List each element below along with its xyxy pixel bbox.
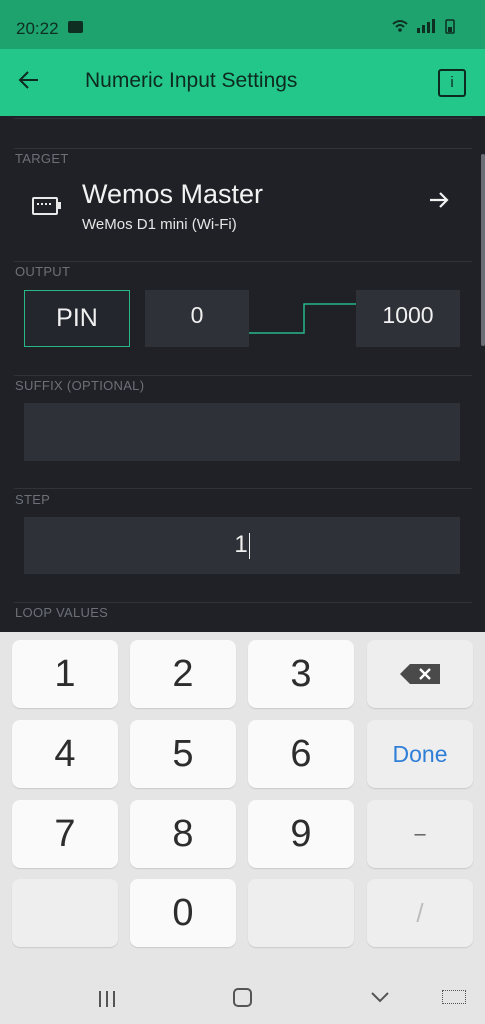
key-6[interactable]: 6: [248, 720, 354, 788]
minus-key[interactable]: –: [367, 800, 473, 868]
suffix-section-label: SUFFIX (OPTIONAL): [15, 378, 145, 393]
pin-select-button[interactable]: PIN: [24, 290, 130, 347]
key-2[interactable]: 2: [130, 640, 236, 708]
step-section-label: STEP: [15, 492, 51, 507]
app-bar: Numeric Input Settings i: [0, 49, 485, 116]
output-max-input[interactable]: 1000: [356, 290, 460, 347]
key-9[interactable]: 9: [248, 800, 354, 868]
scrollbar[interactable]: [481, 154, 485, 346]
loop-values-section-label: LOOP VALUES: [15, 605, 109, 620]
status-time: 20:22: [16, 19, 59, 38]
target-name: Wemos Master: [82, 179, 264, 209]
recent-apps-icon[interactable]: [97, 988, 117, 1014]
text-caret: [248, 532, 250, 559]
key-0[interactable]: 0: [130, 879, 236, 947]
settings-content: TARGET Wemos Master WeMos D1 mini (Wi-Fi…: [0, 116, 485, 632]
divider: [14, 375, 472, 376]
slash-key[interactable]: /: [367, 879, 473, 947]
chevron-down-icon[interactable]: [370, 984, 390, 1010]
wifi-signal-battery-icon: [392, 19, 455, 34]
key-5[interactable]: 5: [130, 720, 236, 788]
device-icon: [32, 197, 61, 215]
page-title: Numeric Input Settings: [85, 69, 298, 92]
step-input[interactable]: 1: [24, 517, 460, 574]
suffix-input[interactable]: [24, 403, 460, 461]
key-4[interactable]: 4: [12, 720, 118, 788]
mail-icon: [68, 21, 83, 33]
backspace-key[interactable]: [367, 640, 473, 708]
divider: [14, 118, 472, 119]
blank-key: [12, 879, 118, 947]
done-key[interactable]: Done: [367, 720, 473, 788]
home-icon[interactable]: [233, 988, 252, 1007]
backspace-icon: [400, 664, 440, 684]
divider: [14, 148, 472, 149]
target-device: WeMos D1 mini (Wi-Fi): [82, 216, 237, 233]
output-min-input[interactable]: 0: [145, 290, 249, 347]
output-section-label: OUTPUT: [15, 264, 71, 279]
arrow-right-icon[interactable]: [427, 188, 451, 219]
divider: [14, 602, 472, 603]
info-button[interactable]: i: [438, 69, 466, 97]
status-bar: 20:22: [0, 0, 485, 49]
key-7[interactable]: 7: [12, 800, 118, 868]
divider: [14, 261, 472, 262]
key-3[interactable]: 3: [248, 640, 354, 708]
key-1[interactable]: 1: [12, 640, 118, 708]
back-arrow-icon[interactable]: [18, 65, 40, 99]
divider: [14, 488, 472, 489]
step-value: 1: [234, 531, 248, 558]
navigation-bar: [0, 952, 485, 1024]
output-mapping-line: [249, 303, 356, 334]
key-8[interactable]: 8: [130, 800, 236, 868]
keyboard-icon[interactable]: [442, 990, 466, 1004]
target-section-label: TARGET: [15, 151, 69, 166]
system-status-icons: [391, 18, 461, 37]
blank-key: [248, 879, 354, 947]
